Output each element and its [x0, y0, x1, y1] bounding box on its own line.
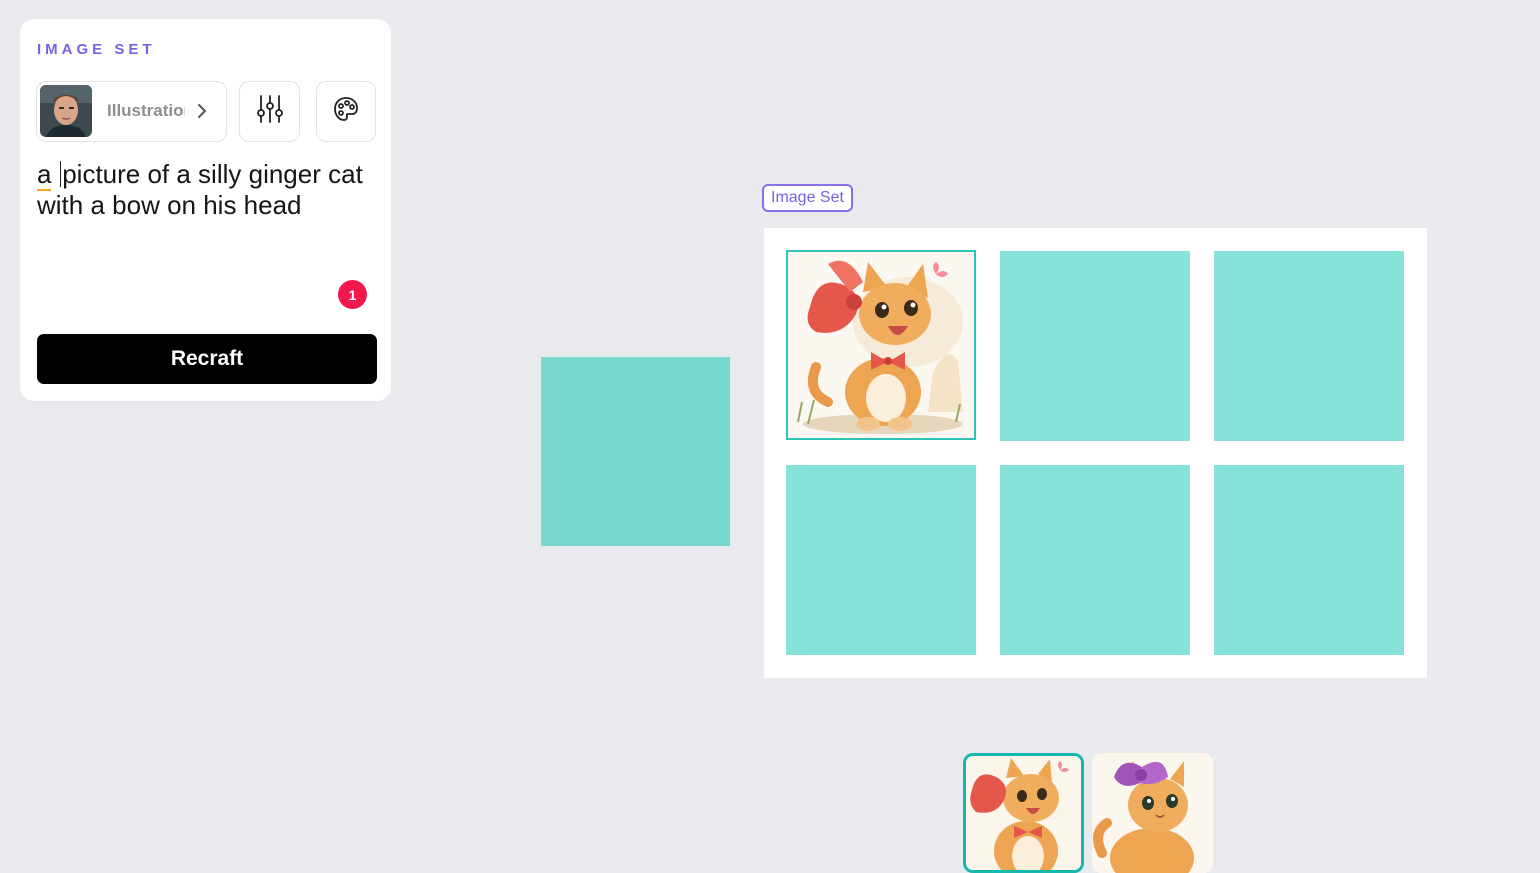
sliders-icon	[256, 94, 284, 129]
image-set-cell-3[interactable]	[1214, 251, 1404, 441]
text-caret	[59, 161, 62, 187]
settings-button[interactable]	[239, 81, 300, 142]
spelling-badge[interactable]: 1	[338, 280, 367, 309]
image-set-frame	[764, 228, 1427, 678]
style-label: Illustration	[107, 101, 185, 120]
image-set-tag[interactable]: Image Set	[762, 184, 853, 212]
ginger-kitten-thumb	[966, 756, 1081, 870]
panel-title: IMAGE SET	[37, 41, 156, 58]
style-avatar	[40, 85, 92, 137]
palette-button[interactable]	[316, 81, 376, 142]
thumbnail-2[interactable]	[1092, 753, 1213, 873]
palette-icon	[332, 95, 360, 128]
thumbnail-1[interactable]	[963, 753, 1084, 873]
prompt-textarea[interactable]: a picture of a silly ginger cat with a b…	[37, 159, 377, 221]
image-set-cell-5[interactable]	[1000, 465, 1190, 655]
image-set-cell-4[interactable]	[786, 465, 976, 655]
prompt-first-word: a	[37, 159, 52, 189]
image-set-cell-1[interactable]	[786, 250, 976, 440]
image-set-cell-2[interactable]	[1000, 251, 1190, 441]
recraft-button[interactable]: Recraft	[37, 334, 377, 384]
prompt-text: picture of a silly ginger cat with a bow…	[37, 159, 363, 220]
image-set-panel: IMAGE SET Illustration	[20, 19, 391, 401]
image-placeholder[interactable]	[541, 357, 730, 546]
ginger-kitten-image	[788, 252, 974, 438]
style-picker-button[interactable]: Illustration	[36, 81, 227, 142]
chevron-right-icon	[196, 102, 208, 125]
image-set-cell-6[interactable]	[1214, 465, 1404, 655]
ginger-cat-purple-bow-thumb	[1092, 753, 1213, 873]
